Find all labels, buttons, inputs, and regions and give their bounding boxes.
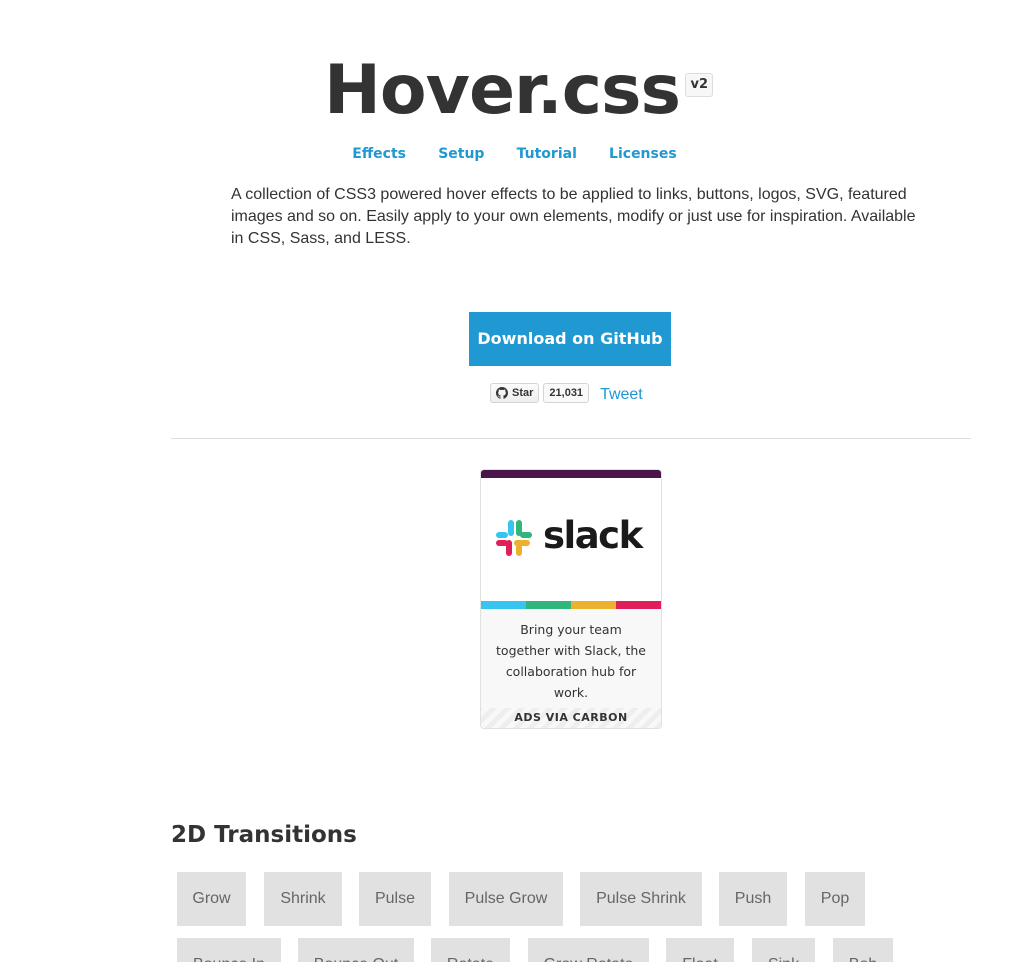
ad-topbar [481,470,661,478]
page-title: Hover.css v2 [323,50,713,132]
slack-logo-icon [496,520,532,556]
header: Hover.css v2 [0,50,1029,132]
version-badge: v2 [685,73,713,97]
effect-button-shrink[interactable]: Shrink [264,872,342,926]
ad-stripe-blue [481,601,526,609]
effect-button-grow[interactable]: Grow [177,872,246,926]
download-github-button[interactable]: Download on GitHub [469,312,671,366]
github-star-count[interactable]: 21,031 [543,383,590,403]
github-icon [496,387,508,399]
nav-link-setup[interactable]: Setup [438,143,484,165]
effect-button-pulse-shrink[interactable]: Pulse Shrink [580,872,702,926]
nav-link-licenses[interactable]: Licenses [609,143,677,165]
effect-button-grow-rotate[interactable]: Grow Rotate [528,938,649,962]
carbon-ad[interactable]: slack Bring your team together with Slac… [480,469,662,729]
effect-button-rotate[interactable]: Rotate [431,938,510,962]
page: Hover.css v2 Effects Setup Tutorial Lice… [0,0,1029,962]
effect-button-sink[interactable]: Sink [752,938,815,962]
social-buttons: Star 21,031 Tweet [490,382,643,404]
effect-button-bob[interactable]: Bob [833,938,893,962]
section-title-2d-transitions: 2D Transitions [171,822,357,848]
main-nav: Effects Setup Tutorial Licenses [0,143,1029,165]
tweet-link[interactable]: Tweet [600,384,643,406]
effect-button-push[interactable]: Push [719,872,787,926]
intro-description: A collection of CSS3 powered hover effec… [231,186,916,247]
ad-image[interactable]: slack [481,478,661,601]
ad-text[interactable]: Bring your team together with Slack, the… [481,609,661,707]
nav-link-effects[interactable]: Effects [352,143,406,165]
effect-button-pulse-grow[interactable]: Pulse Grow [449,872,563,926]
effect-button-pop[interactable]: Pop [805,872,865,926]
ad-stripe-yellow [571,601,616,609]
effect-button-bounce-in[interactable]: Bounce In [177,938,281,962]
nav-link-tutorial[interactable]: Tutorial [517,143,577,165]
ad-stripe-green [526,601,571,609]
github-star-label: Star [512,387,534,399]
ad-color-stripes [481,601,661,609]
effect-button-float[interactable]: Float [666,938,734,962]
ad-stripe-red [616,601,661,609]
github-star-button[interactable]: Star [490,383,540,403]
ad-footer-link[interactable]: ADS VIA CARBON [481,708,661,728]
effect-button-bounce-out[interactable]: Bounce Out [298,938,414,962]
ad-brand-wordmark: slack [543,514,643,557]
effect-button-pulse[interactable]: Pulse [359,872,431,926]
divider [171,438,971,439]
page-title-text: Hover.css [323,51,681,130]
